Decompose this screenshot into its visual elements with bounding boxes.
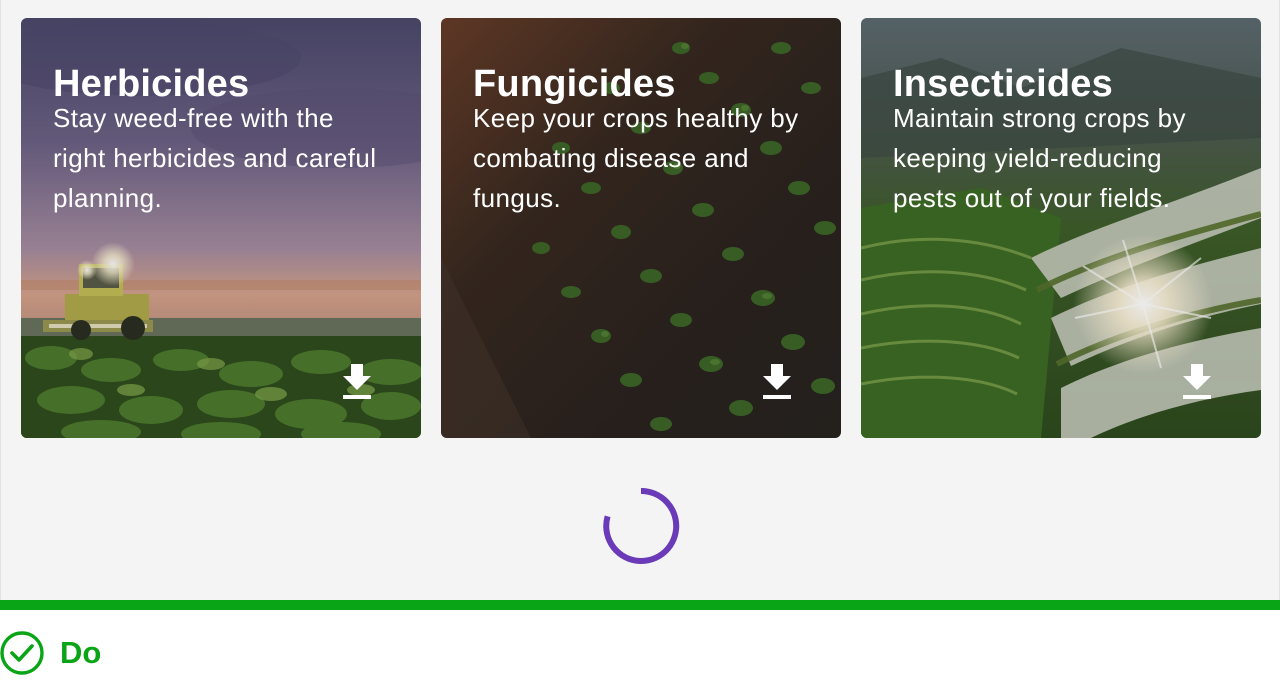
guideline-label: Do (60, 635, 102, 670)
loading-spinner-icon (602, 487, 680, 565)
guideline-bar (0, 600, 1280, 610)
card-herbicides[interactable]: Herbicides Stay weed-free with the right… (21, 18, 421, 438)
card-description: Maintain strong crops by keeping yield-r… (893, 103, 1186, 213)
download-icon[interactable] (1179, 364, 1215, 402)
download-icon[interactable] (759, 364, 795, 402)
download-icon[interactable] (339, 364, 375, 402)
card-gallery: Herbicides Stay weed-free with the right… (0, 0, 1280, 600)
card-insecticides[interactable]: Insecticides Maintain strong crops by ke… (861, 18, 1261, 438)
card-fungicides[interactable]: Fungicides Keep your crops healthy by co… (441, 18, 841, 438)
guideline-do: Do (0, 630, 300, 676)
card-description: Keep your crops healthy by combating dis… (473, 103, 799, 213)
check-circle-icon (0, 631, 44, 675)
card-description: Stay weed-free with the right herbicides… (53, 103, 377, 213)
